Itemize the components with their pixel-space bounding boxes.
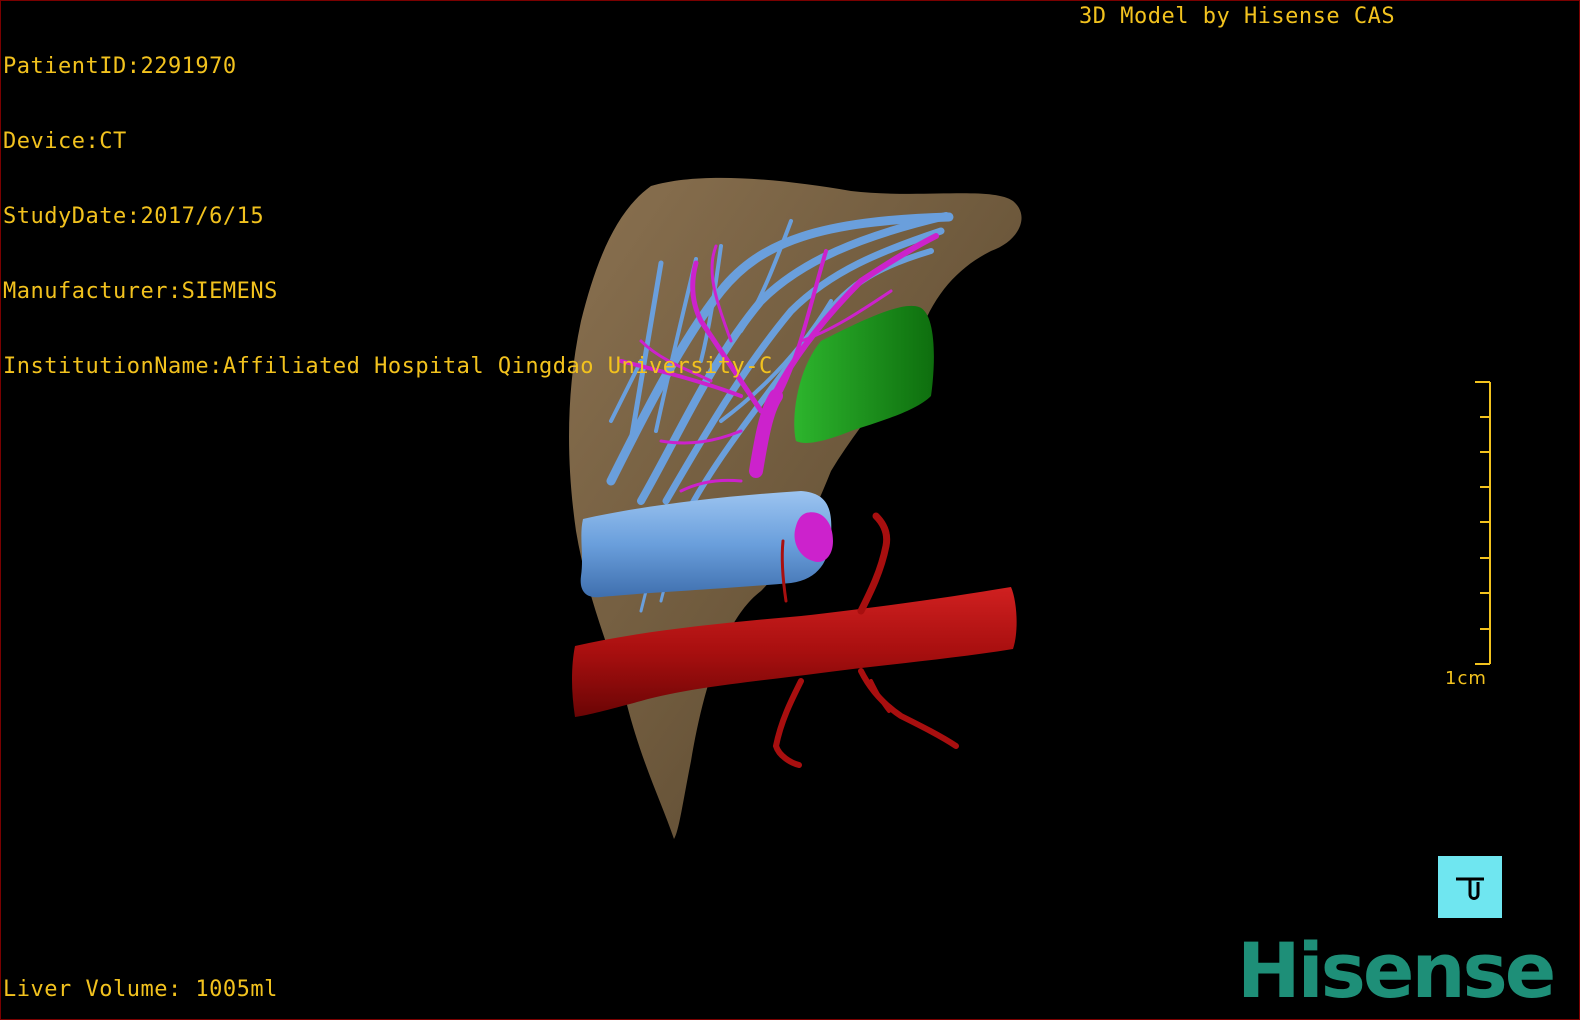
model-credit: 3D Model by Hisense CAS — [1079, 4, 1396, 29]
scale-label: 1cm — [1445, 668, 1487, 689]
institution-name: InstitutionName:Affiliated Hospital Qing… — [3, 354, 773, 379]
scale-bar — [1475, 381, 1491, 665]
study-date: StudyDate:2017/6/15 — [3, 204, 265, 229]
device: Device:CT — [3, 129, 127, 154]
patient-id: PatientID:2291970 — [3, 54, 237, 79]
3d-viewport[interactable]: PatientID:2291970 Device:CT StudyDate:20… — [0, 0, 1580, 1020]
hisense-logo: Hisense — [1237, 926, 1556, 1015]
orientation-glyph-icon — [1456, 877, 1484, 900]
dicom-info: PatientID:2291970 Device:CT StudyDate:20… — [3, 4, 773, 429]
liver-volume: Liver Volume: 1005ml — [3, 977, 278, 1002]
orientation-cube-icon[interactable] — [1438, 856, 1502, 918]
manufacturer: Manufacturer:SIEMENS — [3, 279, 278, 304]
